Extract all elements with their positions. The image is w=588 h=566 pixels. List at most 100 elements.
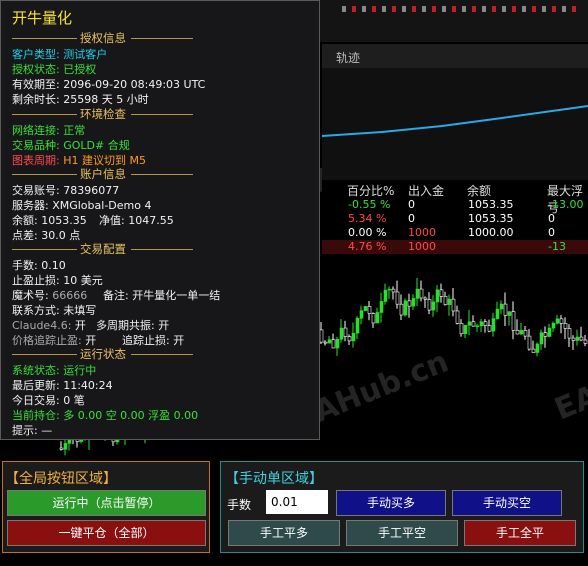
candle-body [487, 325, 492, 332]
candle-body [571, 337, 576, 341]
manual-lots-input[interactable]: 0.01 [266, 490, 328, 514]
section-status-title: 运行状态 [80, 347, 126, 361]
candle-body [531, 348, 536, 353]
stats-cell-pct: 0.00 % [348, 226, 387, 239]
close-sell-button[interactable]: 手工平空 [346, 520, 458, 546]
top-strip-marker [562, 6, 566, 12]
close-buy-button[interactable]: 手工平多 [228, 520, 340, 546]
top-strip-marker [532, 6, 536, 12]
candle-body [375, 312, 380, 324]
candle-body [363, 306, 368, 311]
balance: 余额: 1053.35 [12, 214, 87, 227]
candle-body [479, 321, 484, 327]
remark: 备注: 开牛量化一单一结 [103, 289, 221, 302]
manual-buy-button[interactable]: 手动买多 [336, 490, 446, 516]
candle-body [339, 327, 344, 340]
top-strip-marker [412, 6, 416, 12]
candle-body [415, 288, 420, 299]
section-account: 账户信息 [1, 166, 321, 181]
candle-body [447, 298, 452, 305]
candle-body [399, 303, 404, 316]
magic-number: 魔术号: 66666 [12, 287, 87, 303]
auth-status: 授权状态: 已授权 [12, 63, 97, 76]
candle-body [427, 299, 432, 311]
candle-body [395, 291, 400, 305]
stats-cell-maxdd: 0 [548, 212, 555, 225]
top-strip-marker [492, 6, 496, 12]
candle-body [519, 330, 524, 335]
claude-value: 开 [74, 319, 86, 332]
stats-cell-balance: 1053.35 [468, 212, 514, 225]
section-config-title: 交易配置 [80, 242, 126, 256]
top-strip-markers [342, 6, 576, 12]
contact: 联系方式: 未填写 [12, 304, 97, 317]
network-status: 网络连接: 正常 [12, 124, 86, 137]
stats-row: 4.76 % 1000 -13 [322, 240, 588, 254]
track-header [322, 44, 588, 68]
account-number: 交易账号: 78396077 [12, 184, 120, 197]
resonance-setting: 多周期共振: 开 [96, 319, 170, 332]
candle-body [459, 323, 464, 335]
top-strip-marker [482, 6, 486, 12]
candle-body [407, 300, 412, 307]
run-pause-button[interactable]: 运行中（点击暂停） [7, 490, 206, 516]
candle-body [347, 336, 352, 342]
candle-body [423, 297, 428, 300]
panel-title: 开牛量化 [12, 9, 73, 27]
balance-curve-area [321, 68, 588, 180]
candle-body [511, 311, 516, 331]
stats-cell-flow: 1000 [408, 240, 436, 253]
top-strip-marker [572, 6, 576, 12]
stats-header-balance: 余额 [467, 184, 492, 198]
candle-body [491, 318, 496, 332]
stats-header-pct: 百分比% [347, 184, 395, 198]
customer-type: 客户类型: 测试客户 [12, 48, 108, 61]
manual-sell-button[interactable]: 手动买空 [452, 490, 562, 516]
top-strip-marker [502, 6, 506, 12]
claude-label: Claude4.6: [12, 319, 75, 332]
candle-body [367, 306, 372, 314]
stats-cell-maxdd: -13.00 [548, 198, 584, 211]
top-strip-marker [372, 6, 376, 12]
candle-body [323, 341, 328, 344]
stats-cell-pct: 4.76 % [348, 240, 387, 253]
magic-value: 66666 [52, 289, 88, 302]
candle-body [463, 325, 468, 335]
tp-sl: 止盈止损: 10 美元 [12, 274, 103, 287]
candle-body [335, 338, 340, 349]
candle-body [391, 288, 396, 293]
candle-body [559, 318, 564, 324]
section-status: 运行状态 [1, 346, 321, 361]
lots: 手数: 0.10 [12, 259, 66, 272]
candle-body [471, 321, 476, 327]
close-all-positions-button[interactable]: 一键平仓（全部） [7, 520, 206, 546]
candle-body [551, 322, 556, 329]
top-strip-marker [512, 6, 516, 12]
candle-body [567, 328, 572, 339]
candle-body [535, 343, 540, 353]
candle-body [351, 332, 356, 342]
candle-body [547, 327, 552, 337]
manual-close-all-button[interactable]: 手工全平 [464, 520, 576, 546]
candle-body [371, 313, 376, 324]
manual-order-panel: 【手动单区域】 手数 0.01 手动买多 手动买空 手工平多 手工平空 手工全平 [220, 461, 584, 553]
section-env: 环境检查 [1, 106, 321, 121]
top-strip-marker [342, 6, 346, 12]
stats-row: 0.00 % 1000 1000.00 0 [322, 226, 588, 240]
watermark: EAHub.cn [550, 334, 588, 427]
stats-cell-balance: 1000.00 [468, 226, 514, 239]
candle-body [523, 330, 528, 337]
stats-row: 5.34 % 0 1053.35 0 [322, 212, 588, 226]
candle-body [503, 303, 508, 316]
stats-cell-pct: 5.34 % [348, 212, 387, 225]
candle-body [579, 336, 584, 341]
positions: 当前持仓: 多 0.00 空 0.00 浮盈 0.00 [12, 409, 199, 422]
top-strip-marker [392, 6, 396, 12]
candle-body [379, 301, 384, 313]
top-strip-marker [382, 6, 386, 12]
candle-body [539, 332, 544, 345]
candle-body [387, 288, 392, 291]
candle-body [331, 339, 336, 349]
candle-body [435, 289, 440, 303]
top-strip-marker [462, 6, 466, 12]
